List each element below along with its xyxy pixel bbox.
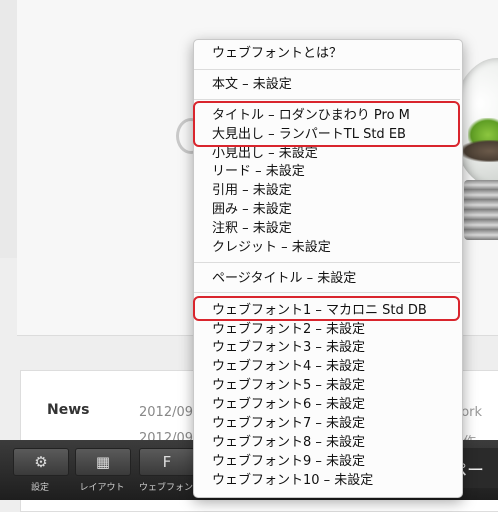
menu-item-box[interactable]: 囲み – 未設定 — [212, 201, 292, 218]
menu-item-page-title[interactable]: ページタイトル – 未設定 — [212, 270, 356, 287]
settings-label: 設定 — [30, 483, 49, 493]
menu-item-webfont-8[interactable]: ウェブフォント8 – 未設定 — [212, 434, 365, 451]
menu-item-body[interactable]: 本文 – 未設定 — [212, 76, 292, 93]
menu-item-webfont-7[interactable]: ウェブフォント7 – 未設定 — [212, 415, 365, 432]
menu-item-webfont-2[interactable]: ウェブフォント2 – 未設定 — [212, 321, 365, 338]
gear-icon: ⚙ — [13, 448, 69, 476]
menu-item-heading-small[interactable]: 小見出し – 未設定 — [212, 145, 318, 162]
menu-item-credit[interactable]: クレジット – 未設定 — [212, 239, 331, 256]
menu-separator — [194, 292, 460, 293]
menu-item-webfont-4[interactable]: ウェブフォント4 – 未設定 — [212, 358, 365, 375]
menu-separator — [194, 99, 460, 100]
webfont-label: ウェブフォン — [139, 483, 194, 493]
menu-separator — [194, 262, 460, 263]
menu-item-quote[interactable]: 引用 – 未設定 — [212, 182, 292, 199]
news-date[interactable]: 2012/09 — [139, 405, 193, 420]
menu-item-webfont-10[interactable]: ウェブフォント10 – 未設定 — [212, 472, 373, 489]
menu-separator — [194, 69, 460, 70]
menu-item-webfont-3[interactable]: ウェブフォント3 – 未設定 — [212, 339, 365, 356]
layout-button[interactable]: ▦ レイアウト — [75, 448, 131, 493]
layout-grid-icon: ▦ — [75, 448, 131, 476]
menu-item-about-webfonts[interactable]: ウェブフォントとは？ — [212, 45, 342, 62]
menu-item-webfont-5[interactable]: ウェブフォント5 – 未設定 — [212, 377, 365, 394]
menu-item-lead[interactable]: リード – 未設定 — [212, 163, 305, 180]
highlight-box-webfont-1 — [193, 296, 460, 321]
menu-item-webfont-9[interactable]: ウェブフォント9 – 未設定 — [212, 453, 365, 470]
webfont-button[interactable]: F ウェブフォン — [139, 448, 195, 493]
menu-item-note[interactable]: 注釈 – 未設定 — [212, 220, 292, 237]
layout-label: レイアウト — [79, 483, 125, 493]
menu-item-webfont-6[interactable]: ウェブフォント6 – 未設定 — [212, 396, 365, 413]
font-f-icon: F — [139, 448, 195, 476]
settings-button[interactable]: ⚙ 設定 — [13, 448, 69, 493]
news-heading: News — [47, 402, 90, 418]
highlight-box-title-fonts — [193, 101, 460, 147]
